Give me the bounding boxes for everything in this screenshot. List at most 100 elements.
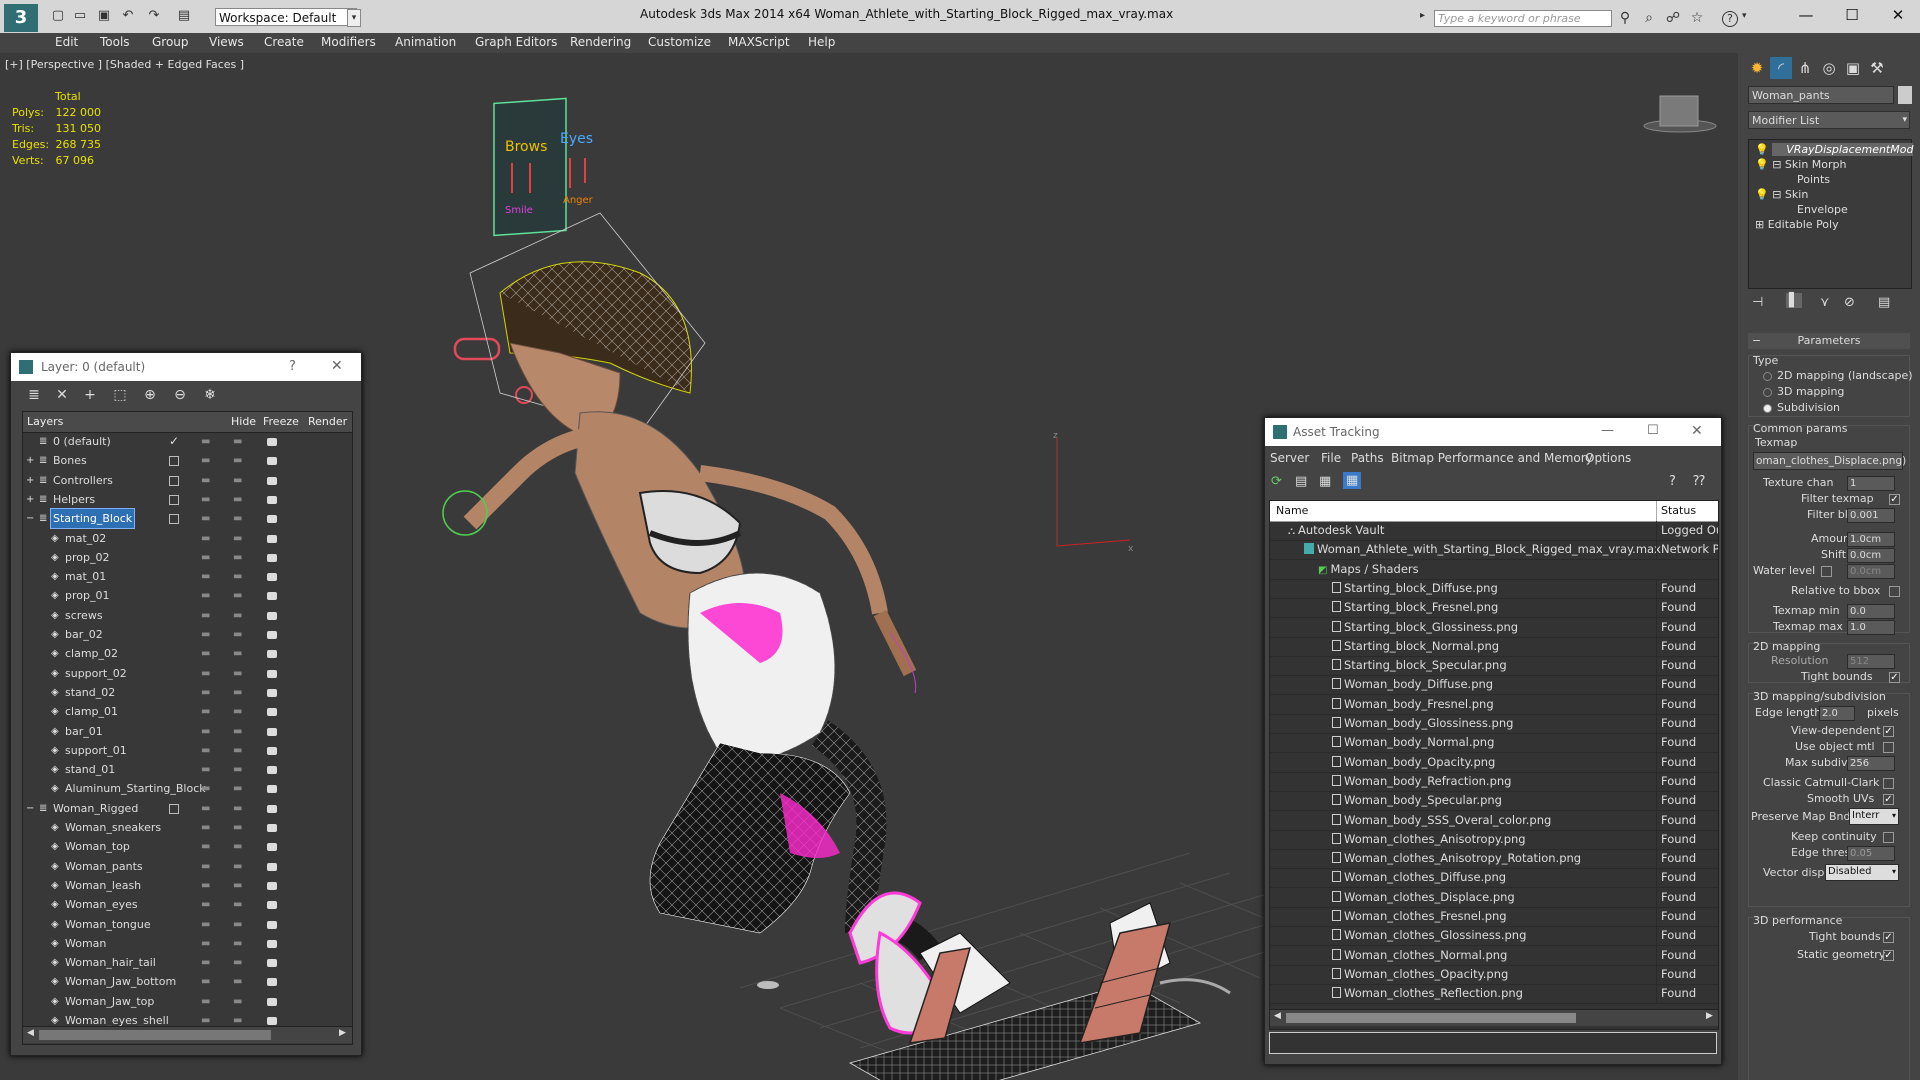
asset-row[interactable]: Woman_Athlete_with_Starting_Block_Rigged… [1270,540,1718,561]
asset-row[interactable]: Starting_block_Glossiness.png Found [1270,617,1718,638]
object-row[interactable]: ◈ mat_01 ▬ ▬ [23,567,352,586]
expand-toggle-icon[interactable]: − [26,799,34,818]
new-layer-icon[interactable]: ≣ [25,386,43,404]
object-row[interactable]: ◈ Woman_pants ▬ ▬ [23,857,352,876]
hide-toggle[interactable]: ▬ [201,702,210,721]
stack-item-vraydisplacement[interactable]: 💡 VRayDisplacementMod [1755,143,1914,156]
layer-dialog-titlebar[interactable]: Layer: 0 (default) ? ✕ [11,353,361,381]
asset-menu-paths[interactable]: Paths [1351,451,1384,465]
freeze-toggle[interactable]: ▬ [233,451,242,470]
edge-length-spinner[interactable]: 2.0 [1819,706,1855,721]
layer-row[interactable]: − ≣ Woman_Rigged ▬ ▬ [23,799,352,818]
object-row[interactable]: ◈ bar_02 ▬ ▬ [23,625,352,644]
menu-maxscript[interactable]: MAXScript [728,35,790,49]
render-teapot-icon[interactable] [267,534,277,543]
scroll-left-icon[interactable]: ◀ [1274,1011,1281,1021]
asset-row[interactable]: Woman_body_Fresnel.png Found [1270,694,1718,715]
freeze-toggle[interactable]: ▬ [233,625,242,644]
water-level-checkbox[interactable] [1821,566,1832,577]
render-teapot-icon[interactable] [267,920,277,929]
render-teapot-icon[interactable] [267,785,277,794]
expand-toggle-icon[interactable]: − [26,509,34,528]
freeze-toggle[interactable]: ▬ [233,509,242,528]
asset-row[interactable]: ◩ Maps / Shaders [1270,560,1718,580]
asset-row[interactable]: Woman_clothes_Diffuse.png Found [1270,868,1718,889]
freeze-toggle[interactable]: ▬ [233,432,242,451]
object-row[interactable]: ◈ stand_01 ▬ ▬ [23,760,352,779]
relative-bbox-checkbox[interactable] [1889,586,1900,597]
object-row[interactable]: ◈ prop_02 ▬ ▬ [23,548,352,567]
object-row[interactable]: ◈ Woman_hair_tail ▬ ▬ [23,953,352,972]
delete-layer-icon[interactable]: ✕ [53,386,71,404]
set-active-layer-box[interactable] [169,514,179,525]
render-teapot-icon[interactable] [267,862,277,871]
render-teapot-icon[interactable] [267,881,277,890]
render-teapot-icon[interactable] [267,553,277,562]
lightbulb-icon[interactable]: 💡 [1755,158,1769,171]
expand-toggle-icon[interactable]: + [26,451,34,470]
hide-toggle[interactable]: ▬ [201,953,210,972]
smooth-uvs-checkbox[interactable]: ✓ [1883,794,1894,805]
menu-help[interactable]: Help [808,35,835,49]
freeze-toggle[interactable]: ▬ [233,548,242,567]
redo-icon[interactable]: ↷ [146,8,162,24]
radio-subdivision[interactable] [1763,404,1772,413]
hide-toggle[interactable]: ▬ [201,837,210,856]
set-active-layer-box[interactable] [169,494,179,505]
freeze-toggle[interactable]: ▬ [233,779,242,798]
object-row[interactable]: ◈ Woman_tongue ▬ ▬ [23,915,352,934]
render-teapot-icon[interactable] [267,708,277,717]
stack-sub-envelope[interactable]: Envelope [1797,203,1848,216]
stack-item-editable-poly[interactable]: ⊞ Editable Poly [1755,218,1839,231]
active-layer-check-icon[interactable]: ✓ [169,432,179,451]
collapse-icon[interactable]: ⊟ [1772,158,1781,171]
help-icon[interactable]: ? [1669,474,1676,489]
scroll-thumb[interactable] [39,1030,271,1040]
object-row[interactable]: ◈ Woman_sneakers ▬ ▬ [23,818,352,837]
texmap-min-spinner[interactable]: 0.0 [1847,604,1895,619]
freeze-toggle[interactable]: ▬ [233,953,242,972]
object-row[interactable]: ◈ support_01 ▬ ▬ [23,741,352,760]
show-end-result-icon[interactable]: ▌ [1786,293,1802,308]
shift-spinner[interactable]: 0.0cm [1847,548,1895,563]
menu-tools[interactable]: Tools [100,35,130,49]
help-icon[interactable]: ? [1722,11,1738,27]
freeze-toggle[interactable]: ▬ [233,606,242,625]
object-row[interactable]: ◈ Woman_Jaw_bottom ▬ ▬ [23,972,352,991]
resolution-spinner[interactable]: 512 [1847,654,1895,669]
hide-toggle[interactable]: ▬ [201,876,210,895]
asset-row[interactable]: Woman_body_Normal.png Found [1270,733,1718,754]
menu-animation[interactable]: Animation [395,35,456,49]
menu-customize[interactable]: Customize [648,35,711,49]
utilities-tab-icon[interactable]: ⚒ [1866,57,1888,79]
hide-toggle[interactable]: ▬ [201,451,210,470]
render-teapot-icon[interactable] [267,997,277,1006]
chevron-down-icon[interactable]: ▾ [347,9,361,27]
object-row[interactable]: ◈ screws ▬ ▬ [23,606,352,625]
radio-2d-mapping[interactable] [1763,372,1772,381]
remove-modifier-icon[interactable]: ⊘ [1844,295,1855,310]
modifier-stack[interactable]: 💡 VRayDisplacementMod 💡 ⊟ Skin Morph Poi… [1748,139,1914,289]
perf-tight-bounds-checkbox[interactable]: ✓ [1883,932,1894,943]
help-icon[interactable]: ? [289,359,296,374]
water-level-spinner[interactable]: 0.0cm [1847,564,1895,579]
render-teapot-icon[interactable] [267,669,277,678]
render-teapot-icon[interactable] [267,901,277,910]
pin-stack-icon[interactable]: ⊣ [1752,295,1763,310]
texmap-max-spinner[interactable]: 1.0 [1847,620,1895,635]
expand-toggle-icon[interactable]: + [26,490,34,509]
asset-row[interactable]: ⛬ Autodesk Vault Logged Ou [1270,521,1718,541]
asset-menu-options[interactable]: Options [1585,451,1631,465]
object-row[interactable]: ◈ Woman_top ▬ ▬ [23,837,352,856]
display-tab-icon[interactable]: ▣ [1842,57,1864,79]
render-teapot-icon[interactable] [267,978,277,987]
asset-row[interactable]: Woman_clothes_Reflection.png Found [1270,984,1718,1005]
asset-row[interactable]: Starting_block_Specular.png Found [1270,656,1718,677]
render-teapot-icon[interactable] [267,746,277,755]
asset-path-field[interactable] [1269,1032,1717,1054]
layer-row[interactable]: + ≣ Controllers ▬ ▬ [23,471,352,490]
freeze-toggle[interactable]: ▬ [233,799,242,818]
hide-toggle[interactable]: ▬ [201,683,210,702]
set-active-layer-box[interactable] [169,456,179,467]
search-expand-icon[interactable]: ▸ [1420,10,1425,21]
